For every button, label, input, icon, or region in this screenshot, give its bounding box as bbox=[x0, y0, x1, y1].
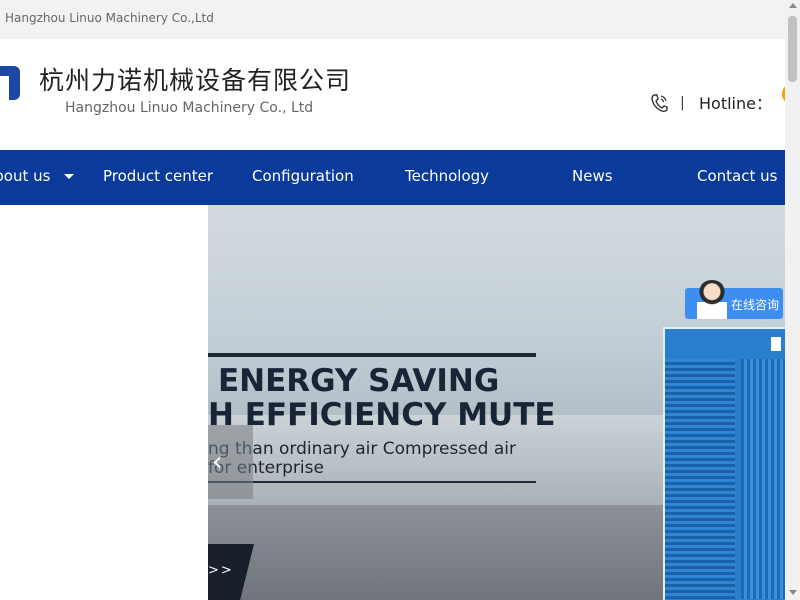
top-bar: Hangzhou Linuo Machinery Co.,Ltd bbox=[0, 0, 785, 39]
chevron-down-icon[interactable] bbox=[64, 174, 74, 179]
compressor-grill bbox=[741, 359, 785, 599]
online-consult-label: 在线咨询 bbox=[731, 298, 780, 312]
phone-icon bbox=[651, 94, 668, 113]
main-nav: About us Product center Configuration Te… bbox=[0, 150, 785, 205]
scrollbar-thumb[interactable] bbox=[788, 16, 797, 82]
banner-rule-top bbox=[208, 353, 536, 357]
nav-item-technology[interactable]: Technology bbox=[405, 150, 489, 205]
banner-heading-2: H EFFICIENCY MUTE bbox=[208, 397, 556, 433]
site-header: 杭州力诺机械设备有限公司 Hangzhou Linuo Machinery Co… bbox=[0, 39, 790, 150]
banner-subtext-1: ng than ordinary air Compressed air bbox=[208, 439, 516, 459]
chevron-left-icon: ‹ bbox=[212, 447, 223, 477]
logo[interactable] bbox=[0, 66, 20, 100]
hotline-label: Hotline： bbox=[699, 94, 772, 113]
online-consult-widget[interactable]: 在线咨询 bbox=[685, 280, 783, 319]
banner-heading-1: ENERGY SAVING bbox=[218, 363, 500, 399]
compressor-side-panel bbox=[665, 359, 735, 599]
site-title[interactable]: 杭州力诺机械设备有限公司 bbox=[39, 61, 351, 97]
air-compressor-image bbox=[663, 327, 785, 600]
nav-item-configuration[interactable]: Configuration bbox=[252, 150, 354, 205]
hero-banner[interactable]: ENERGY SAVING H EFFICIENCY MUTE ng than … bbox=[208, 205, 785, 600]
nav-item-about-us[interactable]: About us bbox=[0, 150, 50, 205]
more-label: >> bbox=[208, 563, 234, 578]
site-subtitle: Hangzhou Linuo Machinery Co., Ltd bbox=[65, 100, 314, 116]
nav-item-news[interactable]: News bbox=[572, 150, 613, 205]
nav-item-contact-us[interactable]: Contact us bbox=[697, 150, 777, 205]
agent-avatar bbox=[697, 280, 727, 319]
banner-rule-bottom bbox=[208, 481, 536, 483]
compressor-label bbox=[771, 337, 781, 351]
page-scrollbar[interactable] bbox=[785, 0, 800, 600]
scroll-up-icon[interactable] bbox=[789, 3, 797, 8]
scroll-down-icon[interactable] bbox=[789, 590, 797, 595]
nav-item-product-center[interactable]: Product center bbox=[103, 150, 213, 205]
prev-slide-button[interactable]: ‹ bbox=[208, 425, 253, 499]
divider: | bbox=[680, 95, 685, 111]
company-name-top: Hangzhou Linuo Machinery Co.,Ltd bbox=[5, 11, 214, 25]
